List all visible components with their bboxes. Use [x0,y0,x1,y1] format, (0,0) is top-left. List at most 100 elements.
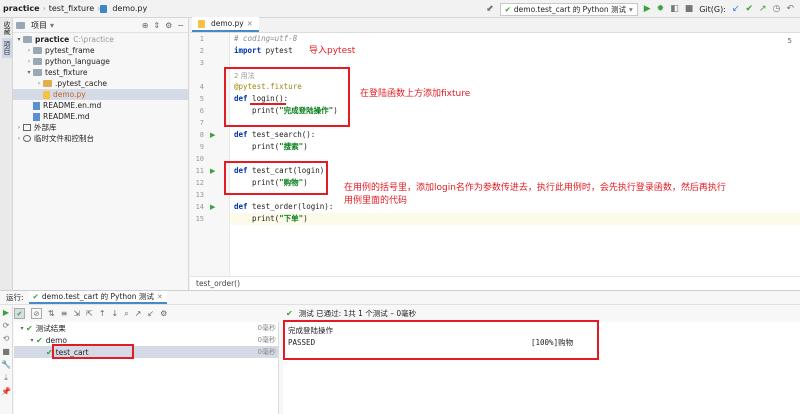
tree-item-readme-en[interactable]: README.en.md [13,100,188,111]
favorites-tool-button[interactable]: 收藏 [2,18,12,38]
expand-all-icon[interactable]: ⇲ [73,309,80,318]
line-number: 5 [199,95,204,103]
git-push-icon[interactable]: ↗ [759,3,767,15]
sort-alpha-icon[interactable]: ⇅ [48,309,55,318]
line-number: 14 [195,203,204,211]
project-panel: 项目 ▾ ⊕ ⇕ ⚙ − ▾ practice C:\practice › py… [13,18,189,290]
collapse-all-icon[interactable]: ⇱ [86,309,93,318]
passed-icon: ✔ [26,323,33,333]
run-toolbar: ✔ ⊘ ⇅ ≡ ⇲ ⇱ ↑ ↓ ⌕ ↗ ↙ ⚙ [14,306,167,321]
gear-icon[interactable]: ⚙ [160,309,167,318]
expand-arrow-icon[interactable]: › [15,135,23,142]
export-icon[interactable]: ⤓ [4,373,8,383]
expand-arrow-icon[interactable]: ▾ [18,325,26,332]
test-status-text: 测试 已通过: 1共 1 个测试 – 0毫秒 [298,309,417,318]
run-panel-header: 运行: ✔ demo.test_cart 的 Python 测试 ✕ [0,291,800,305]
tree-item-pytest-frame[interactable]: › pytest_frame [13,45,188,56]
tree-item-demo-py[interactable]: demo.py [13,89,188,100]
markdown-file-icon [33,112,40,121]
export-results-icon[interactable]: ↗ [135,309,142,318]
next-icon[interactable]: ↓ [112,309,119,318]
expand-arrow-icon[interactable]: › [35,80,43,87]
line-number: 15 [195,215,204,223]
run-test-icon[interactable]: ▶ [210,201,215,213]
expand-arrow-icon[interactable]: › [25,58,33,65]
breadcrumb-file[interactable]: demo.py [109,4,150,13]
sort-duration-icon[interactable]: ≡ [61,309,68,318]
collapse-all-icon[interactable]: ⇕ [153,21,160,30]
rerun-failed-icon[interactable]: ⟳ [3,321,10,330]
tree-item-root[interactable]: ▾ practice C:\practice [13,34,188,45]
line-number: 9 [199,143,204,151]
editor-tab-demo-py[interactable]: demo.py ✕ [192,17,259,32]
tree-item-external-libraries[interactable]: › 外部库 [13,122,188,133]
gear-icon[interactable]: ⚙ [165,21,172,30]
console-output[interactable]: 完成登陆操作 PASSED [100%]购物 [283,320,800,414]
close-icon[interactable]: ✕ [157,293,163,301]
expand-arrow-icon[interactable]: ▾ [25,69,33,76]
code-line: print("下单") [234,214,308,223]
tree-item-label: README.md [43,112,90,121]
expand-arrow-icon[interactable]: ▾ [28,337,36,344]
tree-item-label: test_fixture [45,68,88,77]
show-ignored-icon[interactable]: ⊘ [31,308,42,319]
editor-tab-bar: demo.py ✕ [190,17,800,33]
python-file-icon [198,19,205,28]
rerun-icon[interactable]: ▶ [3,308,9,317]
tree-item-label: pytest_frame [45,46,95,55]
stop-icon[interactable]: ■ [685,3,694,15]
git-commit-icon[interactable]: ✔ [746,3,754,15]
tree-item-path: C:\practice [73,35,114,44]
back-arrow-icon[interactable]: ⬋ [486,3,494,15]
code-line: # coding=utf-8 [234,34,298,43]
locate-icon[interactable]: ⊕ [142,21,149,30]
expand-arrow-icon[interactable]: › [25,47,33,54]
zoom-icon[interactable]: ⌕ [124,309,128,319]
run-icon[interactable]: ▶ [644,3,651,15]
line-number: 1 [199,35,204,43]
test-row-root[interactable]: ▾ ✔ 测试结果 0毫秒 [14,322,278,334]
pin-icon[interactable]: 📌 [1,387,11,396]
history-icon[interactable]: ◷ [773,3,781,15]
project-panel-title[interactable]: 项目 [31,20,47,31]
expand-arrow-icon[interactable]: › [15,124,23,131]
tree-item-test-fixture[interactable]: ▾ test_fixture [13,67,188,78]
hide-icon[interactable]: − [177,21,184,30]
rollback-icon[interactable]: ↶ [786,3,794,15]
tree-item-scratches[interactable]: › 临时文件和控制台 [13,133,188,144]
git-update-icon[interactable]: ↙ [732,3,740,15]
tree-item-python-language[interactable]: › python_language [13,56,188,67]
code-line: def test_search(): [234,130,316,139]
expand-arrow-icon[interactable]: ▾ [15,36,23,43]
project-tool-button[interactable]: 项目 [2,38,12,58]
chevron-down-icon[interactable]: ▾ [50,21,54,30]
tree-item-pytest-cache[interactable]: › .pytest_cache [13,78,188,89]
run-tab[interactable]: ✔ demo.test_cart 的 Python 测试 ✕ [28,291,167,304]
editor-breadcrumb[interactable]: test_order() [190,276,800,290]
library-icon [23,124,31,131]
previous-icon[interactable]: ↑ [99,309,106,318]
show-passed-icon[interactable]: ✔ [14,308,25,319]
stop-icon[interactable]: ■ [2,347,10,356]
annotation-box-test-cart [52,344,134,359]
folder-icon [33,58,42,65]
run-configuration-select[interactable]: ✔ demo.test_cart 的 Python 测试 ▾ [499,2,638,16]
run-test-icon[interactable]: ▶ [210,165,215,177]
coverage-icon[interactable]: ◧ [670,3,679,15]
annotation-import: 导入pytest [309,46,356,56]
run-label: 运行: [6,293,24,302]
run-test-icon[interactable]: ▶ [210,129,215,141]
code-area[interactable]: # coding=utf-8 import pytest 2 用法 @pytes… [224,33,800,276]
line-number: 2 [199,47,204,55]
python-file-icon [100,4,108,13]
debug-icon[interactable]: ✹ [657,3,665,15]
import-results-icon[interactable]: ↙ [147,309,154,318]
tree-item-readme[interactable]: README.md [13,111,188,122]
wrench-icon[interactable]: 🔧 [1,360,11,369]
close-icon[interactable]: ✕ [247,20,253,28]
annotation-fixture: 在登陆函数上方添加fixture [360,89,471,99]
tree-item-label: 外部库 [34,123,57,132]
toggle-auto-test-icon[interactable]: ⟲ [3,334,10,343]
breadcrumb-folder[interactable]: test_fixture [46,4,97,13]
breadcrumb-project[interactable]: practice [0,4,43,13]
